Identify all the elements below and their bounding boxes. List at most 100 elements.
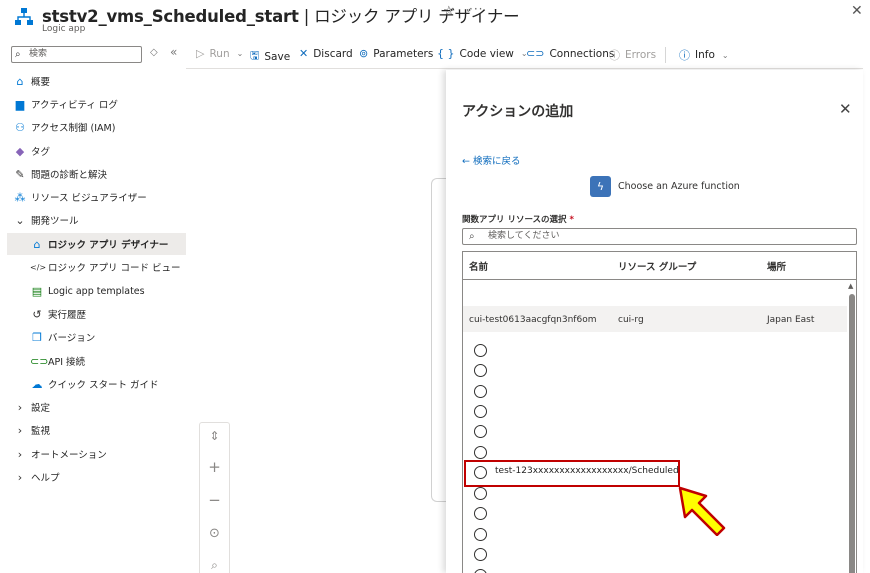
sidebar-item-1[interactable]: ⌂ 概要 — [0, 70, 186, 92]
version-icon: ❐ — [32, 330, 42, 344]
function-app-search-input[interactable]: ⌕ 検索してください — [462, 228, 857, 245]
errors-label: Errors — [625, 49, 657, 61]
sidebar-item-label: 概要 — [31, 77, 51, 88]
connections-button[interactable]: ⊂⊃ Connections — [526, 47, 614, 60]
discard-label: Discard — [313, 47, 353, 60]
zoom-controls: ⇕ + − ⊙ ⌕ — [199, 422, 230, 573]
search-icon[interactable]: ⌕ — [200, 558, 229, 573]
parameters-label: Parameters — [373, 47, 434, 60]
azure-function-icon: ϟ — [590, 176, 611, 197]
sidebar-item-label: オートメーション — [31, 450, 107, 461]
column-header-location[interactable]: 場所 — [767, 259, 786, 273]
table-scrollbar[interactable]: ▲ — [847, 280, 856, 573]
function-radio[interactable] — [474, 528, 487, 541]
sidebar-item-5[interactable]: ✎ 問題の診断と解決 — [0, 163, 186, 185]
wrench-icon: ✎ — [15, 167, 25, 181]
sidebar-item-15[interactable]: › 設定 — [0, 396, 186, 418]
add-action-panel: アクションの追加 ✕ ← 検索に戻る ϟ Choose an Azure fun… — [446, 70, 863, 573]
title-bar: ststv2_vms_Scheduled_start | ロジック アプリ デザ… — [0, 0, 870, 40]
sidebar-item-2[interactable]: ▆ アクティビティ ログ — [0, 93, 186, 115]
save-label: Save — [264, 50, 291, 63]
sidebar-item-11[interactable]: ↺ 実行履歴 — [0, 303, 186, 325]
visualizer-icon: ⁂ — [14, 190, 26, 204]
overview-icon: ⌂ — [16, 74, 24, 88]
function-radio[interactable] — [474, 487, 487, 500]
sidebar-item-9[interactable]: </> ロジック アプリ コード ビュー — [0, 256, 186, 278]
run-button[interactable]: ▷ Run ⌄ — [196, 47, 243, 60]
chevron-right-icon: › — [17, 447, 23, 461]
highlight-box — [464, 460, 680, 487]
function-radio[interactable] — [474, 364, 487, 377]
close-icon[interactable]: ✕ — [851, 3, 863, 19]
code-view-button[interactable]: { } Code view ⌄ — [437, 47, 528, 60]
favorite-star-icon[interactable]: ☆ — [443, 4, 455, 19]
column-header-name[interactable]: 名前 — [469, 259, 488, 273]
sidebar-item-label: クイック スタート ガイド — [48, 380, 159, 391]
row-name: cui-test0613aacgfqn3nf6om — [469, 315, 597, 325]
tag-icon: ◆ — [15, 144, 25, 158]
toolbar-divider — [665, 47, 666, 63]
function-radio[interactable] — [474, 344, 487, 357]
close-icon[interactable]: ✕ — [839, 100, 852, 118]
function-radio[interactable] — [474, 569, 487, 573]
function-radio[interactable] — [474, 405, 487, 418]
sidebar-search-input[interactable]: ⌕ 検索 — [11, 46, 142, 63]
zoom-out-icon[interactable]: − — [200, 491, 229, 509]
fit-view-icon[interactable]: ⇕ — [200, 429, 229, 443]
connections-label: Connections — [549, 47, 615, 60]
link-icon: ⊂⊃ — [526, 47, 545, 60]
function-radio[interactable] — [474, 507, 487, 520]
sidebar-item-label: バージョン — [48, 333, 96, 344]
iam-icon: ⚇ — [15, 120, 25, 134]
more-options-icon[interactable]: ··· — [469, 2, 483, 16]
center-view-icon[interactable]: ⊙ — [200, 526, 229, 541]
sidebar-item-10[interactable]: ▤ Logic app templates — [0, 280, 186, 302]
function-radio[interactable] — [474, 425, 487, 438]
resource-type: Logic app — [42, 24, 86, 34]
save-button[interactable]: 🖫 Save — [250, 47, 290, 66]
info-icon: ⓘ — [679, 49, 690, 62]
function-radio[interactable] — [474, 385, 487, 398]
diamond-toggle-icon[interactable]: ◇ — [150, 47, 158, 58]
search-icon: ⌕ — [469, 231, 475, 242]
field-label-text: 関数アプリ リソースの選択 — [462, 215, 567, 225]
scrollbar-thumb[interactable] — [849, 294, 855, 573]
search-icon: ⌕ — [15, 49, 21, 60]
sidebar-item-14[interactable]: ☁ クイック スタート ガイド — [0, 373, 186, 395]
sidebar-item-7[interactable]: ⌄ 開発ツール — [0, 209, 186, 231]
sidebar-item-13[interactable]: ⊂⊃ API 接続 — [0, 350, 186, 372]
designer-icon: ⌂ — [33, 237, 41, 251]
parameters-button[interactable]: ⊚ Parameters — [359, 47, 433, 60]
zoom-in-icon[interactable]: + — [200, 458, 229, 476]
sidebar-item-label: アクティビティ ログ — [31, 100, 118, 111]
scroll-up-icon[interactable]: ▲ — [848, 282, 853, 290]
column-header-resource-group[interactable]: リソース グループ — [618, 259, 696, 273]
back-to-search-link[interactable]: ← 検索に戻る — [462, 153, 520, 167]
sidebar-item-label: 問題の診断と解決 — [31, 170, 108, 181]
sidebar-item-17[interactable]: › オートメーション — [0, 443, 186, 465]
discard-button[interactable]: ✕ Discard — [299, 47, 353, 60]
sidebar-item-4[interactable]: ◆ タグ — [0, 140, 186, 162]
logic-app-icon — [15, 8, 33, 25]
save-icon: 🖫 — [250, 49, 260, 62]
info-button[interactable]: ⓘ Info ⌄ — [679, 47, 729, 63]
activity-log-icon: ▆ — [15, 97, 25, 111]
sidebar-item-6[interactable]: ⁂ リソース ビジュアライザー — [0, 186, 186, 208]
sidebar-item-label: タグ — [31, 147, 51, 158]
chevron-down-icon: ⌄ — [721, 50, 729, 60]
sidebar-item-label: Logic app templates — [48, 285, 145, 297]
sidebar-item-16[interactable]: › 監視 — [0, 419, 186, 441]
errors-button[interactable]: ⓘ Errors — [609, 47, 656, 63]
history-icon: ↺ — [32, 307, 42, 321]
api-connection-icon: ⊂⊃ — [30, 354, 49, 368]
sidebar-item-12[interactable]: ❐ バージョン — [0, 326, 186, 348]
designer-title: | ロジック アプリ デザイナー — [298, 7, 520, 26]
function-radio[interactable] — [474, 548, 487, 561]
workflow-card[interactable] — [431, 178, 447, 502]
function-radio[interactable] — [474, 446, 487, 459]
sidebar-item-18[interactable]: › ヘルプ — [0, 466, 186, 488]
collapse-sidebar-icon[interactable]: « — [170, 45, 177, 59]
sidebar-item-label: 開発ツール — [31, 216, 79, 227]
sidebar-item-8[interactable]: ⌂ ロジック アプリ デザイナー — [7, 233, 186, 255]
sidebar-item-3[interactable]: ⚇ アクセス制御 (IAM) — [0, 116, 186, 138]
